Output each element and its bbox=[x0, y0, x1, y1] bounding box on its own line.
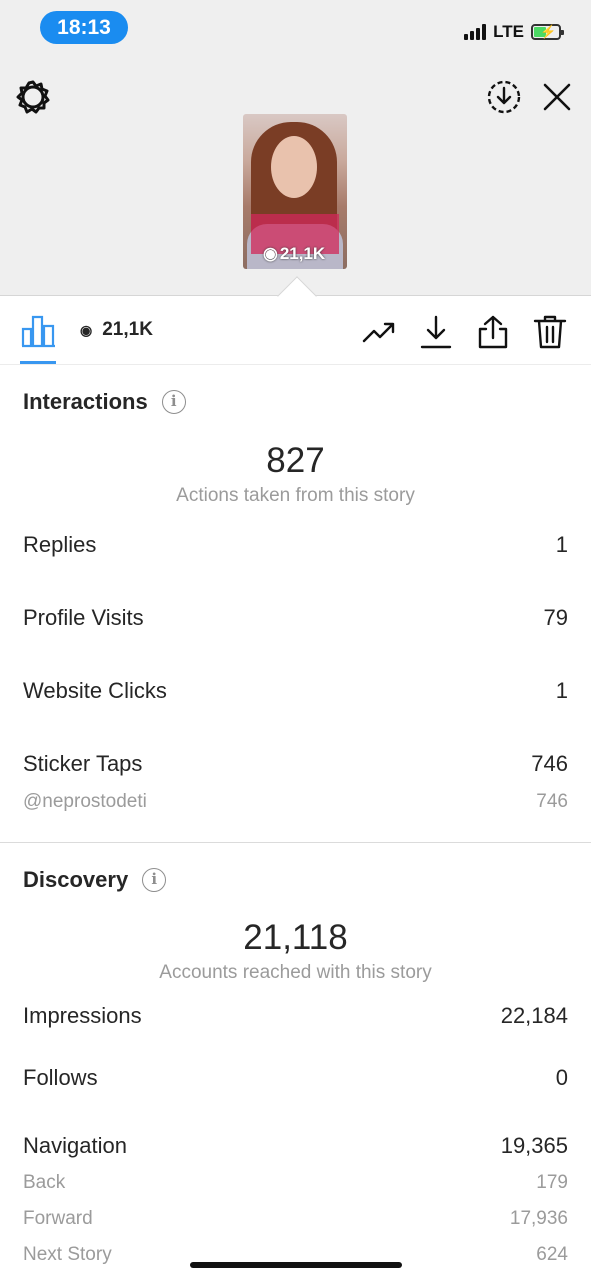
metric-label: Next Story bbox=[23, 1244, 112, 1265]
network-type: LTE bbox=[493, 22, 524, 41]
metric-subrow-forward: Forward 17,936 bbox=[23, 1208, 568, 1230]
eye-icon: ◉ bbox=[263, 244, 278, 263]
sticker-account-value: 746 bbox=[536, 791, 568, 812]
metric-label: Back bbox=[23, 1172, 66, 1193]
metric-value: 0 bbox=[555, 1065, 568, 1090]
info-icon[interactable]: i bbox=[142, 868, 167, 892]
status-time: 18:13 bbox=[40, 11, 128, 44]
download-icon[interactable] bbox=[418, 314, 454, 350]
metric-label: Follows bbox=[23, 1065, 98, 1090]
interactions-total-label: Actions taken from this story bbox=[176, 485, 415, 506]
interactions-total: 827 bbox=[266, 441, 325, 480]
trending-icon[interactable] bbox=[361, 314, 397, 350]
discovery-heading: Discovery bbox=[23, 867, 129, 892]
battery-icon: ⚡ bbox=[531, 24, 564, 40]
metric-subrow-back: Back 179 bbox=[23, 1172, 568, 1194]
status-indicators: LTE ⚡ bbox=[464, 20, 564, 44]
eye-icon: ◉ bbox=[80, 321, 93, 338]
metric-row-follows: Follows 0 bbox=[23, 1065, 568, 1091]
story-thumbnail[interactable]: ◉ 21,1K bbox=[243, 114, 347, 269]
metric-label: Replies bbox=[23, 532, 97, 557]
metric-value: 1 bbox=[555, 532, 568, 557]
metric-value: 179 bbox=[536, 1172, 568, 1193]
metric-row-replies: Replies 1 bbox=[23, 532, 568, 558]
home-indicator[interactable] bbox=[190, 1262, 402, 1268]
metric-value: 19,365 bbox=[500, 1133, 568, 1158]
metric-label: Profile Visits bbox=[23, 605, 144, 630]
metric-row-sticker-taps: Sticker Taps 746 bbox=[23, 751, 568, 777]
interactions-heading: Interactions bbox=[23, 389, 148, 414]
trash-icon[interactable] bbox=[532, 314, 568, 350]
discovery-title: Discovery i bbox=[23, 867, 167, 893]
metric-value: 79 bbox=[543, 605, 568, 630]
share-icon[interactable] bbox=[475, 314, 511, 350]
settings-gear-icon[interactable] bbox=[14, 78, 52, 116]
metric-row-website-clicks: Website Clicks 1 bbox=[23, 678, 568, 704]
story-header: 18:13 LTE ⚡ ◉ 21,1K bbox=[0, 0, 591, 296]
sticker-account-label[interactable]: @neprostodeti bbox=[23, 791, 147, 813]
interactions-title: Interactions i bbox=[23, 389, 186, 415]
metric-label: Navigation bbox=[23, 1133, 127, 1158]
views-count: ◉ 21,1K bbox=[80, 319, 153, 341]
metric-value: 1 bbox=[555, 678, 568, 703]
discovery-total-label: Accounts reached with this story bbox=[159, 962, 432, 983]
bar-chart-icon[interactable] bbox=[20, 312, 57, 348]
metric-row-impressions: Impressions 22,184 bbox=[23, 1003, 568, 1029]
info-icon[interactable]: i bbox=[161, 390, 186, 414]
views-count-value: 21,1K bbox=[102, 319, 153, 340]
metric-value: 22,184 bbox=[500, 1003, 568, 1028]
metric-label: Sticker Taps bbox=[23, 751, 143, 776]
close-icon[interactable] bbox=[539, 79, 575, 115]
thumbnail-views-overlay: ◉ 21,1K bbox=[263, 244, 325, 264]
metric-subrow-sticker-account[interactable]: @neprostodeti 746 bbox=[23, 791, 568, 813]
metric-value: 17,936 bbox=[509, 1208, 568, 1229]
discovery-total: 21,118 bbox=[243, 918, 348, 957]
active-tab-indicator bbox=[20, 361, 56, 364]
metric-label: Forward bbox=[23, 1208, 93, 1229]
metric-row-navigation: Navigation 19,365 bbox=[23, 1133, 568, 1159]
signal-icon bbox=[464, 24, 487, 40]
metric-value: 624 bbox=[536, 1244, 568, 1265]
save-circle-icon[interactable] bbox=[486, 79, 522, 115]
metric-value: 746 bbox=[531, 751, 568, 776]
thumbnail-face bbox=[271, 136, 317, 198]
metric-row-profile-visits: Profile Visits 79 bbox=[23, 605, 568, 631]
section-divider bbox=[0, 842, 591, 843]
thumbnail-views-count: 21,1K bbox=[279, 244, 326, 263]
insights-toolbar: ◉ 21,1K bbox=[0, 297, 591, 365]
metric-label: Impressions bbox=[23, 1003, 142, 1028]
metric-label: Website Clicks bbox=[23, 678, 167, 703]
